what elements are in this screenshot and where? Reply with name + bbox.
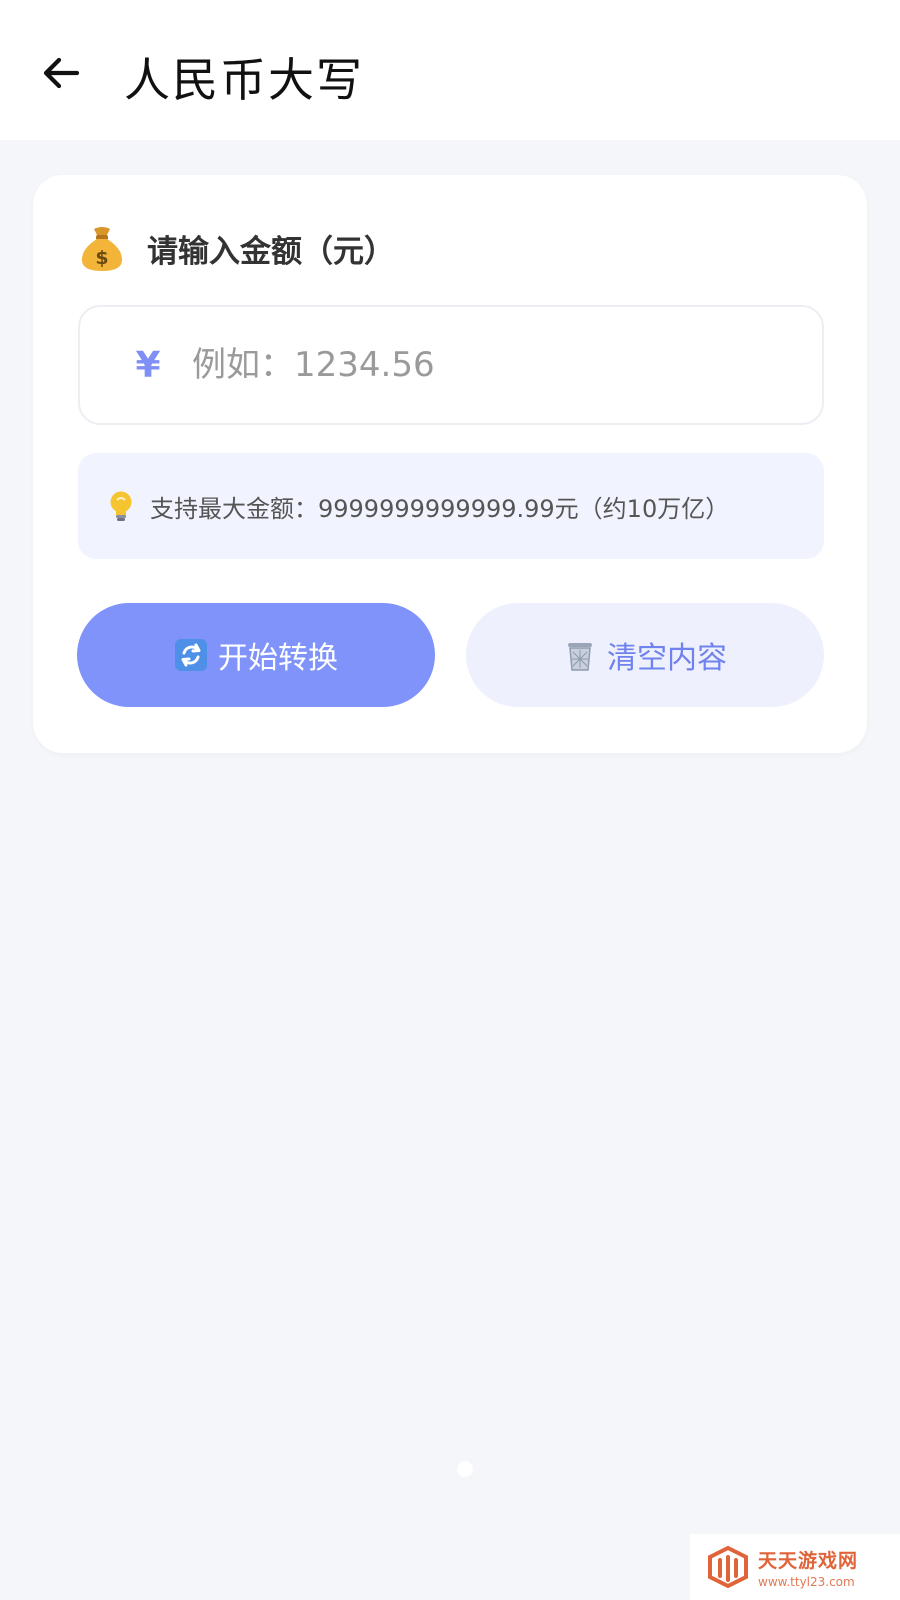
convert-button[interactable]: 开始转换 — [77, 603, 435, 707]
watermark-name: 天天游戏网 — [758, 1549, 859, 1572]
watermark: 天天游戏网 www.ttyl23.com — [690, 1534, 900, 1600]
amount-label: 请输入金额（元） — [147, 233, 395, 270]
yen-symbol: ¥ — [135, 344, 161, 386]
money-bag-icon: $ — [81, 227, 123, 271]
app-root: 人民币大写 $ 请输入金额（元） ¥ 支持最大金额：999 — [0, 0, 900, 1600]
page-title: 人民币大写 — [124, 53, 364, 107]
lightbulb-icon — [110, 491, 132, 521]
trash-icon — [568, 643, 592, 671]
back-button[interactable] — [36, 48, 86, 98]
page-indicator-dot — [457, 1461, 473, 1477]
arrow-left-icon — [43, 57, 80, 89]
svg-text:$: $ — [95, 247, 108, 269]
clear-button-label: 清空内容 — [607, 641, 727, 676]
watermark-logo-icon — [708, 1545, 748, 1589]
tip-text: 支持最大金额：9999999999999.99元（约10万亿） — [150, 494, 730, 523]
amount-card: $ 请输入金额（元） ¥ 支持最大金额：9999999999999.99元（约1… — [33, 175, 867, 753]
top-bar: 人民币大写 — [0, 0, 900, 140]
watermark-url: www.ttyl23.com — [758, 1574, 855, 1589]
max-amount-tip: 支持最大金额：9999999999999.99元（约10万亿） — [78, 453, 824, 559]
amount-label-row: $ 请输入金额（元） — [79, 223, 395, 273]
amount-input[interactable] — [192, 330, 792, 400]
amount-input-box[interactable]: ¥ — [78, 305, 824, 425]
clear-button[interactable]: 清空内容 — [466, 603, 824, 707]
convert-button-label: 开始转换 — [218, 641, 338, 676]
refresh-icon — [175, 639, 207, 671]
watermark-text: 天天游戏网 www.ttyl23.com — [758, 1546, 858, 1589]
